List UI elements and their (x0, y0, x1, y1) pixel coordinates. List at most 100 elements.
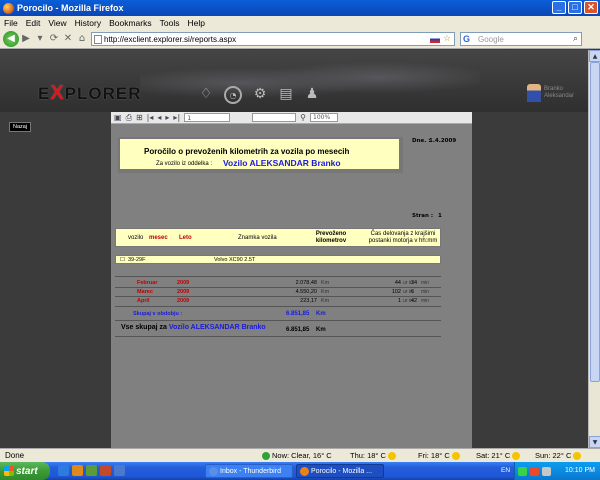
menu-bookmarks[interactable]: Bookmarks (109, 18, 152, 28)
weather-thu-text: Thu: 18° C (350, 451, 386, 460)
task-firefox[interactable]: Porocilo - Mozilla ... (296, 464, 384, 478)
row-year: 2009 (177, 298, 190, 304)
site-header: EXPLORER ♢ ◔ ⚙ ▤ ♟ Branko Aleksandar (0, 50, 588, 112)
next-page-icon[interactable]: ▸ (165, 113, 169, 122)
menu-edit[interactable]: Edit (26, 18, 41, 28)
search-icon[interactable]: ⌕ (573, 33, 578, 44)
explorer-logo[interactable]: EXPLORER (38, 82, 142, 105)
task-thunderbird[interactable]: Inbox - Thunderbird (205, 464, 293, 478)
volume-icon[interactable] (542, 466, 551, 476)
desktop-icon[interactable] (86, 465, 97, 476)
total-target: Vozilo ALEKSANDAR Branko (168, 324, 266, 331)
search-input[interactable]: G Google ⌕ (460, 32, 582, 46)
search-placeholder: Google (478, 34, 504, 44)
weather-thu[interactable]: Thu: 18° C (350, 451, 396, 460)
maximize-button[interactable]: □ (568, 1, 582, 14)
scroll-up-icon[interactable]: ▲ (589, 50, 600, 62)
weather-fri-text: Fri: 18° C (418, 451, 450, 460)
weather-sat[interactable]: Sat: 21° C (476, 451, 521, 460)
col-prevozeno: Prevoženo kilometrov (315, 231, 347, 244)
status-text: Done (5, 451, 25, 460)
security-icon[interactable] (530, 466, 539, 476)
page-content: EXPLORER ♢ ◔ ⚙ ▤ ♟ Branko Aleksandar Naz… (0, 50, 588, 448)
row-month: Marec (137, 289, 153, 295)
document-icon[interactable]: ▤ (278, 86, 294, 102)
checkbox-icon[interactable]: ☐ (120, 257, 125, 263)
prev-page-icon[interactable]: ◂ (157, 113, 161, 122)
clock[interactable]: 10:10 PM (565, 467, 595, 474)
home-icon[interactable]: ⌂ (75, 32, 89, 46)
logo-letter-x: X (50, 82, 65, 104)
menu-tools[interactable]: Tools (160, 18, 180, 28)
url-bar[interactable]: http://exclient.explorer.si/reports.aspx… (91, 32, 455, 46)
print-icon[interactable]: ⎙ (126, 113, 132, 123)
export-icon[interactable]: ▣ (114, 113, 122, 122)
vehicle-model: Volvo XC90 2.5T (214, 257, 256, 263)
total-label: Vse skupaj za Vozilo ALEKSANDAR Branko (121, 324, 266, 331)
google-icon[interactable]: G (463, 34, 470, 44)
menu-view[interactable]: View (48, 18, 66, 28)
thunderbird-quicklaunch-icon[interactable] (114, 465, 125, 476)
gear-icon[interactable]: ⚙ (252, 86, 268, 102)
row-km: 2.078,48 (295, 280, 317, 286)
network-icon[interactable] (518, 466, 527, 476)
page-number-input[interactable]: 1 (184, 113, 231, 122)
window-title: Porocilo - Mozilla Firefox (17, 3, 124, 13)
logo-letters: PLORER (64, 84, 142, 103)
start-label: start (16, 465, 38, 477)
last-page-icon[interactable]: ▸| (173, 113, 180, 122)
row-month: Februar (137, 280, 158, 286)
user-first-name: Branko (544, 86, 564, 92)
binoculars-icon[interactable]: ⚲ (300, 113, 306, 122)
row-minutes: 42 (411, 298, 418, 304)
firefox-quicklaunch-icon[interactable] (72, 465, 83, 476)
scroll-down-icon[interactable]: ▼ (589, 436, 600, 448)
firefox-icon (3, 2, 14, 14)
find-input[interactable] (252, 113, 297, 122)
first-page-icon[interactable]: |◂ (147, 113, 154, 122)
bulb-icon[interactable]: ♢ (198, 86, 214, 102)
row-minutes-unit: min (421, 280, 430, 286)
back-link-button[interactable]: Nazaj (9, 122, 32, 132)
page-label: Stran : (412, 213, 434, 219)
divider (115, 287, 441, 288)
menu-history[interactable]: History (75, 18, 101, 28)
reload-icon[interactable]: ⟳ (47, 32, 61, 46)
report-title-box: Poročilo o prevoženih kilometrih za vozi… (118, 137, 403, 173)
user-panel[interactable]: Branko Aleksandar (527, 84, 574, 102)
clock-icon[interactable]: ◔ (224, 86, 242, 104)
menu-file[interactable]: File (4, 18, 18, 28)
col-cas: Čas delovanja z krajšimi postanki motorj… (368, 231, 438, 244)
start-button[interactable]: start (0, 462, 50, 480)
back-icon[interactable]: ◀ (3, 30, 19, 47)
col-mesec: mesec (149, 235, 168, 241)
vehicle-plate: 39-29F (128, 257, 146, 263)
row-km: 223,17 (300, 298, 317, 304)
total-unit: Km (316, 327, 326, 333)
scroll-thumb[interactable] (590, 62, 600, 382)
stop-icon[interactable]: ✕ (61, 32, 75, 46)
language-indicator[interactable]: EN (501, 467, 510, 474)
menu-help[interactable]: Help (187, 18, 204, 28)
bookmark-star-icon[interactable]: ☆ (443, 33, 451, 44)
weather-now[interactable]: Now: Clear, 16° C (262, 451, 332, 460)
sun-icon (387, 451, 396, 460)
row-minutes-unit: min (421, 289, 430, 295)
ie-icon[interactable] (58, 465, 69, 476)
weather-sun[interactable]: Sun: 22° C (535, 451, 582, 460)
logo-letter-e: E (38, 84, 51, 103)
history-dropdown-icon[interactable]: ▾ (33, 32, 47, 46)
windows-logo-icon (4, 466, 14, 476)
row-hours: 44 (394, 280, 401, 286)
tree-icon[interactable]: ⊞ (136, 113, 143, 122)
users-icon[interactable]: ♟ (304, 86, 320, 102)
flag-icon (430, 36, 440, 43)
weather-fri[interactable]: Fri: 18° C (418, 451, 460, 460)
close-button[interactable]: ✕ (584, 1, 598, 14)
zoom-select[interactable]: 100% (310, 113, 338, 122)
vertical-scrollbar[interactable]: ▲ ▼ (588, 50, 600, 448)
minimize-button[interactable]: _ (552, 1, 566, 14)
forward-icon[interactable]: ▶ (19, 32, 33, 46)
app-icon[interactable] (100, 465, 111, 476)
sun-icon (573, 451, 582, 460)
